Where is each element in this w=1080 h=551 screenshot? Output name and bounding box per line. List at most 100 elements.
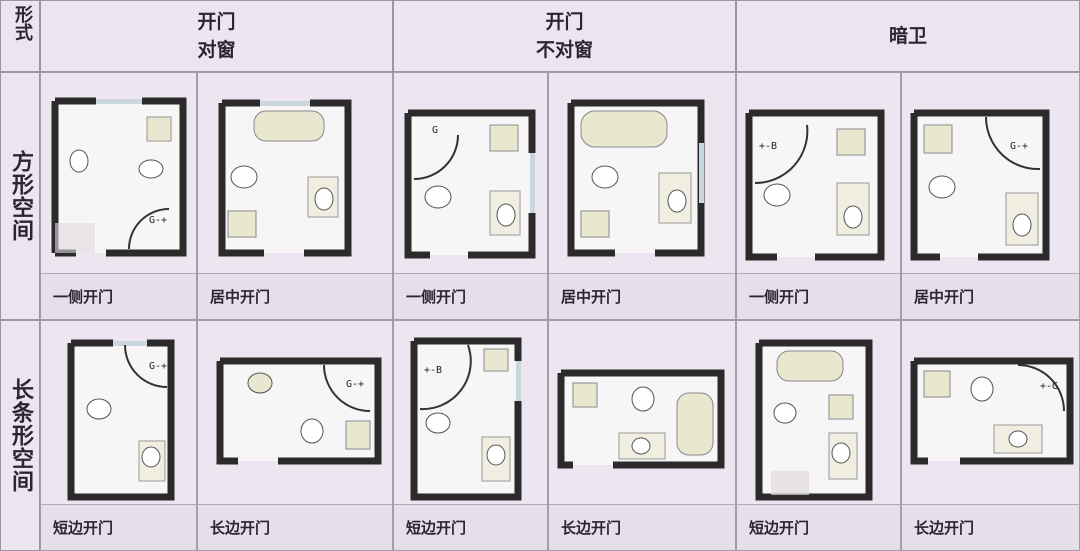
bathtub-icon [776,350,844,382]
window-icon [516,361,521,401]
shower-icon: G-+ [346,379,364,390]
washbasin-icon [483,348,509,372]
toilet-icon [424,185,452,209]
bathtub-icon [580,110,668,148]
washbasin-icon [1008,430,1028,448]
toilet-icon [763,183,791,207]
layout-caption: 居中开门 [902,273,1079,319]
window-icon [699,143,704,203]
window-icon [260,101,310,106]
washbasin-icon [631,437,651,455]
corner-label: 形式 [12,5,33,41]
layout-caption: 长边开门 [549,504,735,550]
washbasin-icon [831,442,851,464]
washbasin-icon [572,382,598,408]
floor-plan: G-+ [51,97,187,257]
layout-caption: 长边开门 [198,504,392,550]
toilet-icon [425,412,451,434]
shower-icon: G-+ [1010,141,1028,152]
washbasin-icon [667,189,687,213]
washbasin-icon [486,444,506,466]
toilet-icon [300,418,324,444]
layout-caption: 短边开门 [737,504,900,550]
floor-plan: G-+ [216,357,382,465]
washbasin-icon [314,187,334,211]
bathroom-layout-grid: 形式 开门 对窗 开门 不对窗 暗卫 方形空间 长条形空间 G-+ 一侧开门 居… [0,0,1080,551]
washbasin-icon [69,149,89,173]
layout-cell: +-B 一侧开门 [736,72,901,320]
column-header-line: 对窗 [197,39,236,61]
toilet-icon [230,165,258,189]
layout-caption: 一侧开门 [394,273,547,319]
shower-icon: +-B [424,365,442,376]
washbasin-icon [580,210,610,238]
layout-cell: 居中开门 [197,72,393,320]
washbasin-icon [843,205,863,229]
layout-caption: 一侧开门 [737,273,900,319]
washbasin-icon [247,372,273,394]
layout-cell: G-+ 一侧开门 [40,72,197,320]
layout-cell: G-+ 居中开门 [901,72,1080,320]
floor-plan: +-G [910,357,1074,465]
toilet-icon [773,402,797,424]
washbasin-icon [146,116,172,142]
layout-caption: 居中开门 [198,273,392,319]
floor-plan [557,369,725,469]
column-header-line: 开门 [545,11,584,33]
floor-plan: G [404,109,536,259]
layout-cell: +-B 短边开门 [393,320,548,551]
window-icon [530,153,535,213]
row-label-text: 方形空间 [8,150,33,242]
layout-cell: 短边开门 [736,320,901,551]
bathtub-icon [676,392,714,456]
column-header-windowless: 暗卫 [736,0,1080,72]
column-header-line: 不对窗 [535,39,593,61]
toilet-icon [591,165,619,189]
column-header-line: 暗卫 [888,25,927,47]
toilet-icon [928,175,956,199]
bathtub-icon [253,110,325,142]
washbasin-icon [923,124,953,154]
floor-plan [567,99,705,257]
column-header-open-not-facing-window: 开门 不对窗 [393,0,736,72]
layout-cell: G-+ 长边开门 [197,320,393,551]
layout-caption: 短边开门 [41,504,196,550]
washbasin-icon [227,210,257,238]
shower-icon: +-B [759,141,777,152]
layout-cell: 长边开门 [548,320,736,551]
washbasin-icon [496,203,516,227]
layout-caption: 居中开门 [549,273,735,319]
floor-plan [218,99,352,257]
toilet-icon [970,376,994,402]
layout-caption: 短边开门 [394,504,547,550]
column-header-line: 开门 [197,11,236,33]
row-label-text: 长条形空间 [8,378,33,493]
floor-plan: +-B [410,337,522,501]
layout-cell: G 一侧开门 [393,72,548,320]
column-header-open-facing-window: 开门 对窗 [40,0,393,72]
washbasin-icon [828,394,854,420]
shower-icon: G [432,125,438,136]
floor-plan: G-+ [910,109,1050,261]
washbasin-icon [1012,213,1032,237]
layout-caption: 一侧开门 [41,273,196,319]
floor-plan: +-B [745,109,885,261]
corner-header: 形式 [0,0,40,72]
washbasin-icon [836,128,866,156]
row-label-long: 长条形空间 [0,320,40,551]
layout-cell: +-G 长边开门 [901,320,1080,551]
washbasin-icon [923,370,951,398]
shower-icon: G-+ [149,361,167,372]
floor-plan: G-+ [67,339,175,501]
shower-icon: G-+ [149,215,167,226]
toilet-icon [631,386,655,412]
window-icon [96,99,142,104]
layout-caption: 长边开门 [902,504,1079,550]
toilet-icon [138,159,164,179]
washbasin-icon [489,124,519,152]
window-icon [113,341,147,346]
layout-cell: 居中开门 [548,72,736,320]
toilet-icon [86,398,112,420]
washbasin-icon [141,446,161,468]
row-label-square: 方形空间 [0,72,40,320]
